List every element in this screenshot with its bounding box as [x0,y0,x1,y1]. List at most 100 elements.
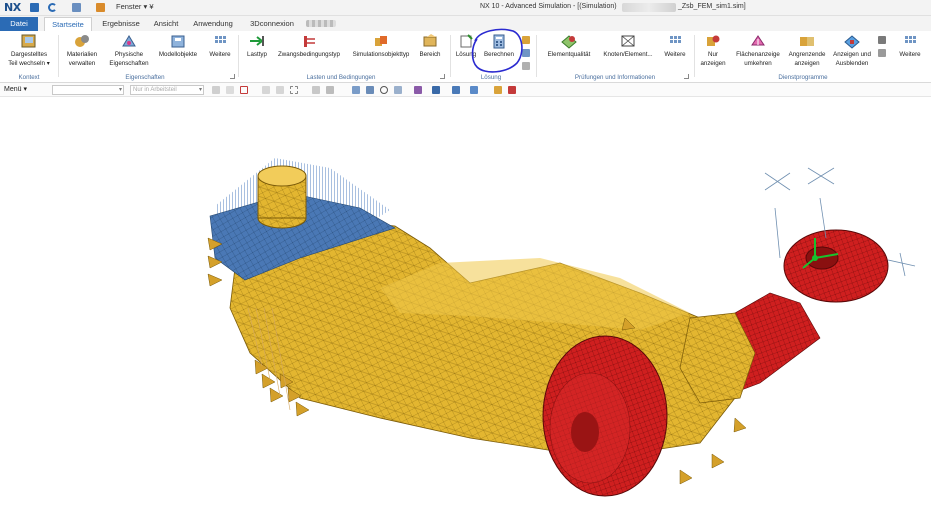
rotate-view-icon[interactable] [380,86,388,94]
ribbon: Dargestelltes Teil wechseln ▾ Kontext Ma… [0,31,931,83]
manage-materials-button[interactable]: Materialien verwalten [62,33,102,67]
more-checks-button[interactable]: Weitere [660,33,690,58]
load-type-label: Lasttyp [247,51,267,58]
show-hide-button[interactable]: Anzeigen und Ausblenden [830,33,874,67]
constraint-type-label: Zwangsbedingungstyp [278,51,340,58]
manage-materials-label-2: verwalten [68,60,96,67]
mesh-boss-top [257,165,307,187]
mesh-eye-hole [805,246,839,270]
graphics-viewport[interactable] [0,98,931,527]
select-box-icon[interactable] [240,86,248,94]
chevron-down-icon: ▾ [198,87,202,93]
show-hide-label-1: Anzeigen und [833,51,871,58]
zoom-fit-icon[interactable] [394,86,402,94]
title-bar: NX Fenster ▾ ¥ NX 10 - Advanced Simulati… [0,0,931,16]
window-title: NX 10 - Advanced Simulation - [(Simulati… [480,3,617,10]
model-objects-button[interactable]: Modellobjekte [156,33,200,58]
reverse-face-display-button[interactable]: Flächenanzeige umkehren [732,33,784,67]
tab-datei[interactable]: Datei [0,17,38,31]
window-title-file: _Zsb_FEM_sim1.sim] [678,3,746,10]
filter-icon[interactable] [212,86,220,94]
physical-properties-button[interactable]: Physische Eigenschaften [104,33,154,67]
group-label-pruefungen: Prüfungen und Informationen [574,74,656,81]
tab-3dconnexion[interactable]: 3Dconnexion [244,17,300,31]
group-label-eigenschaften: Eigenschaften [125,74,165,81]
more-properties-button[interactable]: Weitere [206,33,234,58]
render-style-icon[interactable] [414,86,422,94]
mesh-eye-red[interactable] [783,229,889,303]
node-element-button[interactable]: Knoten/Element... [600,33,656,58]
element-quality-label: Elementqualität [547,51,591,58]
rectangle-select-icon[interactable] [290,86,298,94]
redacted-tab [306,20,336,27]
chevron-down-icon: ▾ [118,87,122,93]
show-adjacent-label-2: anzeigen [794,60,820,67]
grid-icon [211,33,229,49]
command-bar: Menü ▾ ▾ Nur in Arbeitsteil ▾ [0,83,931,97]
physical-properties-icon [120,33,138,49]
grid-icon [666,33,684,49]
scope-dropdown[interactable]: Nur in Arbeitsteil ▾ [130,85,204,95]
display-part-icon[interactable] [494,86,502,94]
group-dialog-launcher[interactable] [230,74,235,79]
tab-anwendung[interactable]: Anwendung [190,17,236,31]
curve-rule-icon[interactable] [262,86,270,94]
window-menu[interactable]: Fenster ▾ ¥ [116,2,154,11]
tab-ansicht[interactable]: Ansicht [148,17,184,31]
reset-filter-icon[interactable] [226,86,234,94]
show-only-icon [704,33,722,49]
section-view-icon[interactable] [470,86,478,94]
element-quality-button[interactable]: Elementqualität [542,33,596,58]
group-dialog-launcher[interactable] [684,74,689,79]
change-displayed-part-label-2: Teil wechseln ▾ [8,60,50,67]
show-adjacent-button[interactable]: Angrenzende anzeigen [786,33,828,67]
physical-properties-label-1: Physische [114,51,144,58]
annotation-circle [471,28,523,73]
group-separator [450,35,451,77]
group-separator [536,35,537,77]
shaded-mode-icon[interactable] [452,86,460,94]
save-icon[interactable] [30,3,39,12]
layer-icon[interactable] [366,86,374,94]
utility-small-icon-2[interactable] [878,49,886,57]
model-objects-label: Modellobjekte [158,51,198,58]
selection-filter-dropdown[interactable]: ▾ [52,85,124,95]
simulation-object-type-button[interactable]: Simulationsobjekttyp [348,33,414,58]
more-properties-label: Weitere [209,51,231,58]
deselect-icon[interactable] [312,86,320,94]
grid-icon [901,33,919,49]
change-displayed-part-label-1: Dargestelltes [10,51,48,58]
load-type-button[interactable]: Lasttyp [242,33,272,58]
reverse-face-label-1: Flächenanzeige [736,51,780,58]
document-icon[interactable] [72,3,81,12]
face-rule-icon[interactable] [276,86,284,94]
more-checks-label: Weitere [664,51,686,58]
group-dialog-launcher[interactable] [440,74,445,79]
element-quality-icon [560,33,578,49]
group-separator [238,35,239,77]
tools-icon[interactable] [96,3,105,12]
menu-button[interactable]: Menü ▾ [4,85,27,93]
color-display-icon[interactable] [432,86,440,94]
fem-mesh-model[interactable] [0,98,931,527]
undo-icon[interactable] [48,3,57,12]
part-icon [20,33,38,49]
constraint-type-button[interactable]: Zwangsbedingungstyp [274,33,344,58]
view-grid-icon[interactable] [352,86,360,94]
reference-set-icon[interactable] [508,86,516,94]
group-label-lasten: Lasten und Bedingungen [306,74,376,81]
region-button[interactable]: Bereich [416,33,444,58]
snap-icon[interactable] [326,86,334,94]
load-arrow-icon [248,33,266,49]
change-displayed-part-button[interactable]: Dargestelltes Teil wechseln ▾ [4,33,54,67]
node-element-icon [619,33,637,49]
physical-properties-label-2: Eigenschaften [109,60,149,67]
show-only-button[interactable]: Nur anzeigen [698,33,728,67]
group-label-loesung: Lösung [480,74,502,81]
utility-small-icon-1[interactable] [878,36,886,44]
tab-ergebnisse[interactable]: Ergebnisse [98,17,144,31]
region-icon [421,33,439,49]
more-utilities-button[interactable]: Weitere [894,33,926,58]
tab-startseite[interactable]: Startseite [44,17,92,31]
show-adjacent-label-1: Angrenzende [788,51,826,58]
